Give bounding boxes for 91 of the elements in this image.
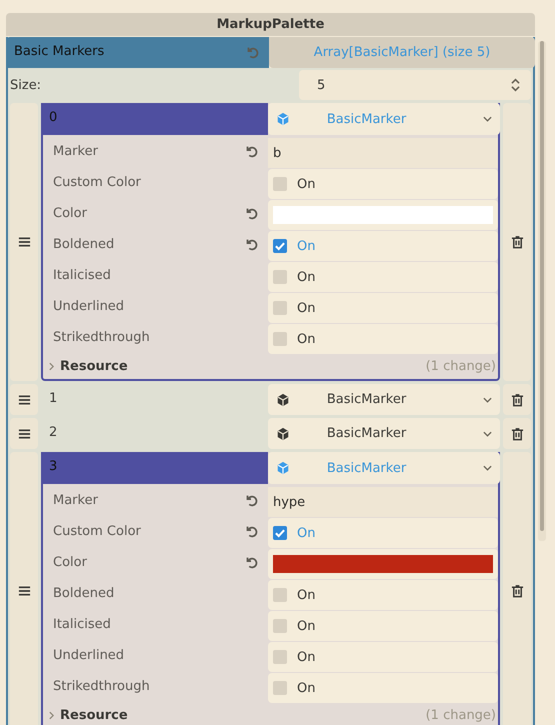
property-label: Custom Color [53, 174, 141, 190]
checkbox[interactable] [273, 270, 287, 284]
section-title: Resource [60, 708, 128, 722]
drag-handle[interactable] [10, 452, 38, 725]
resource-type: BasicMarker [326, 426, 408, 441]
property-header[interactable]: Basic Markers [6, 37, 269, 68]
checkbox[interactable] [273, 588, 287, 602]
text-field[interactable]: hype [268, 487, 498, 517]
property-label: Boldened [53, 236, 114, 252]
property-label: Strikedthrough [53, 678, 150, 694]
resource-section[interactable]: Resource (1 change) [43, 704, 498, 725]
change-count: (1 change) [426, 358, 496, 374]
resource-picker[interactable]: BasicMarker [268, 418, 500, 449]
drag-handle[interactable] [10, 418, 38, 449]
checkbox-label: On [297, 650, 316, 664]
checkbox[interactable] [273, 177, 287, 191]
resource-section[interactable]: Resource (1 change) [43, 355, 498, 379]
delete-button[interactable] [503, 418, 531, 449]
revert-icon[interactable] [244, 144, 258, 158]
trash-icon [510, 235, 524, 249]
checkbox-label: On [297, 238, 316, 254]
cube-icon [276, 392, 290, 406]
trash-icon [510, 392, 524, 406]
property-label: Custom Color [53, 524, 141, 538]
change-count: (1 change) [426, 708, 496, 722]
menu-icon [18, 394, 30, 406]
chevron-down-icon[interactable] [483, 430, 492, 436]
chevron-down-icon[interactable] [483, 116, 492, 122]
chevron-right-icon [49, 710, 54, 720]
color-swatch[interactable] [273, 555, 493, 573]
checkbox-label: On [297, 618, 316, 634]
section-title: Resource [60, 358, 128, 374]
revert-icon[interactable] [244, 524, 258, 538]
resource-picker[interactable]: BasicMarker [268, 384, 500, 415]
drag-handle[interactable] [10, 103, 38, 381]
cube-icon [276, 461, 290, 475]
property-label: Underlined [53, 298, 124, 314]
chevron-right-icon [49, 362, 54, 370]
revert-icon[interactable] [244, 237, 258, 251]
spin-arrows-icon[interactable] [510, 77, 521, 93]
resource-type: BasicMarker [326, 460, 408, 476]
property-label: Color [53, 206, 87, 220]
cube-icon [276, 112, 290, 126]
property-label: Strikedthrough [53, 330, 150, 344]
delete-button[interactable] [503, 384, 531, 415]
revert-icon[interactable] [244, 493, 258, 507]
property-label: Italicised [53, 268, 111, 282]
property-label: Boldened [53, 586, 114, 600]
size-label: Size: [10, 78, 42, 92]
checkbox-label: On [297, 300, 316, 316]
checkbox-label: On [297, 176, 316, 192]
property-label: Basic Markers [14, 44, 104, 59]
property-label: Italicised [53, 616, 111, 632]
checkbox[interactable] [273, 650, 287, 664]
revert-icon[interactable] [244, 206, 258, 220]
menu-icon [18, 236, 30, 248]
color-swatch[interactable] [273, 206, 493, 224]
resource-type: BasicMarker [326, 112, 408, 126]
checkbox[interactable] [273, 619, 287, 633]
checkbox[interactable] [273, 301, 287, 315]
property-label: Marker [53, 492, 98, 508]
checkbox[interactable] [273, 239, 287, 253]
menu-icon [18, 585, 30, 597]
checkbox[interactable] [273, 681, 287, 695]
checkbox-label: On [297, 270, 316, 284]
scrollbar-thumb[interactable] [540, 41, 544, 531]
drag-handle[interactable] [10, 384, 38, 415]
property-label: Marker [53, 144, 98, 158]
size-spinbox[interactable]: 5 [299, 70, 531, 100]
chevron-down-icon[interactable] [483, 396, 492, 402]
element-index: 0 [41, 103, 268, 135]
checkbox-label: On [297, 332, 316, 346]
property-label: Color [53, 554, 87, 570]
menu-icon [18, 428, 30, 440]
checkbox-label: On [297, 588, 316, 602]
chevron-down-icon[interactable] [483, 465, 492, 471]
trash-icon [510, 426, 524, 440]
text-field[interactable]: b [268, 138, 498, 168]
checkbox[interactable] [273, 332, 287, 346]
property-label: Underlined [53, 648, 124, 662]
element-index: 3 [41, 452, 268, 484]
trash-icon [510, 584, 524, 598]
resource-type: BasicMarker [326, 392, 408, 407]
checkbox-label: On [297, 526, 316, 540]
cube-icon [276, 426, 290, 440]
inspector-title: MarkupPalette [6, 13, 535, 36]
checkbox-label: On [297, 680, 316, 696]
element-index: 1 [48, 390, 58, 408]
revert-icon[interactable] [244, 555, 258, 569]
element-index: 2 [48, 424, 58, 442]
checkbox[interactable] [273, 526, 287, 540]
